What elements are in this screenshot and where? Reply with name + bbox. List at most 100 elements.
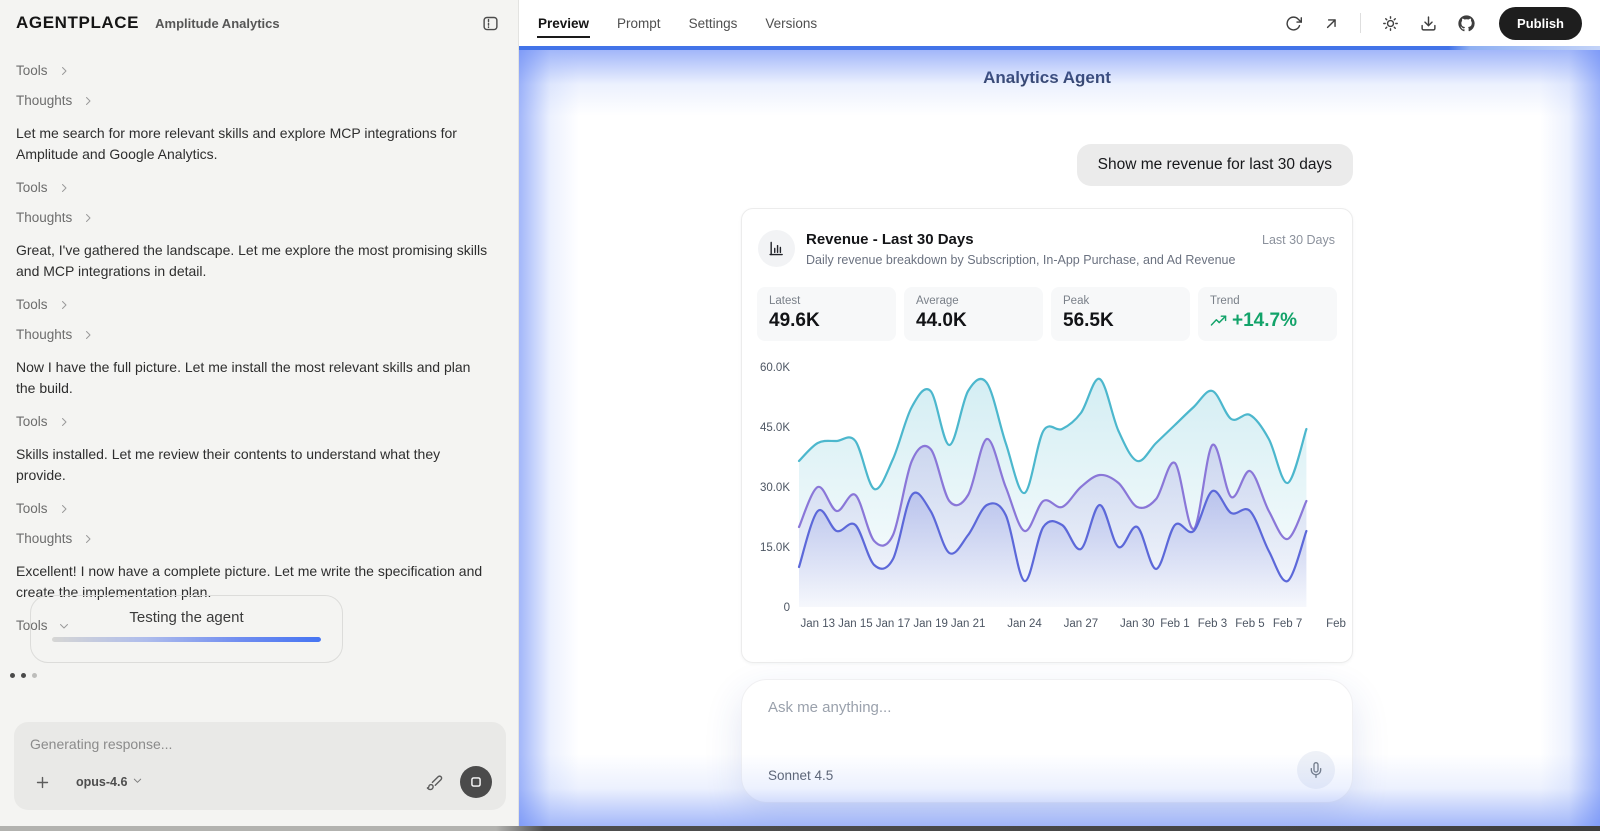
preview-pane: Preview Prompt Settings Versions Publish An… (519, 0, 1600, 826)
testing-progress-bar (52, 637, 321, 642)
group-label: Tools (16, 180, 48, 195)
thought-text: Great, I've gathered the landscape. Let … (16, 240, 490, 282)
chat-input-placeholder: Ask me anything... (768, 699, 891, 716)
tab-preview[interactable]: Preview (537, 2, 590, 44)
agent-build-sidebar: AGENTPLACE Amplitude Analytics ToolsThou… (0, 0, 519, 826)
group-label: Tools (16, 63, 48, 78)
agent-preview-canvas: Analytics Agent Show me revenue for last… (519, 46, 1600, 826)
model-name: opus-4.6 (76, 775, 127, 789)
y-axis-tick: 60.0K (760, 362, 790, 374)
trending-up-icon (1210, 313, 1227, 330)
mic-button[interactable] (1297, 751, 1335, 789)
agent-title: Analytics Agent (741, 68, 1353, 88)
stats-row: Latest49.6K Average 44.0K Peak56.5K Trend +14… (757, 287, 1337, 341)
stop-generation-button[interactable] (460, 766, 492, 798)
group-label: Tools (16, 414, 48, 429)
chevron-right-icon (58, 416, 70, 428)
x-axis-tick: Feb 5 (1235, 618, 1264, 630)
stat-peak: Peak56.5K (1051, 287, 1190, 341)
y-axis-tick: 45.0K (760, 422, 790, 434)
loading-dot (32, 673, 37, 678)
chat-model-label: Sonnet 4.5 (768, 768, 833, 783)
x-axis-tick: Jan 19 (913, 618, 948, 630)
stat-value: 44.0K (916, 310, 1031, 332)
chevron-down-icon (132, 775, 143, 789)
x-axis-tick: Jan 15 (838, 618, 873, 630)
github-icon[interactable] (1451, 8, 1481, 38)
chevron-right-icon (58, 503, 70, 515)
loading-dot (10, 673, 15, 678)
sidebar-item-tools[interactable]: Tools (16, 414, 490, 429)
panel-toggle-icon[interactable] (478, 11, 502, 35)
chevron-right-icon (58, 299, 70, 311)
chevron-right-icon (82, 95, 94, 107)
group-label: Thoughts (16, 210, 72, 225)
refresh-icon[interactable] (1278, 8, 1308, 38)
nav-actions: Publish (1278, 7, 1582, 40)
group-label: Thoughts (16, 93, 72, 108)
testing-progress-fill (52, 637, 321, 642)
stat-label: Average (916, 295, 1031, 307)
glow-border-left (519, 46, 579, 826)
top-nav: Preview Prompt Settings Versions Publish (519, 0, 1600, 46)
publish-button[interactable]: Publish (1499, 7, 1582, 40)
progress-strip (519, 46, 1600, 50)
chevron-right-icon (82, 212, 94, 224)
group-label: Thoughts (16, 327, 72, 342)
period-badge: Last 30 Days (1262, 233, 1335, 247)
generating-status-text: Generating response... (30, 736, 490, 752)
sidebar-item-thoughts[interactable]: Thoughts (16, 93, 490, 108)
group-label: Tools (16, 297, 48, 312)
revenue-card-subtitle: Daily revenue breakdown by Subscription,… (806, 253, 1235, 267)
x-axis-tick: Jan 17 (876, 618, 911, 630)
download-icon[interactable] (1413, 8, 1443, 38)
sidebar-item-thoughts[interactable]: Thoughts (16, 327, 490, 342)
open-external-icon[interactable] (1316, 8, 1346, 38)
nav-tabs: Preview Prompt Settings Versions (537, 2, 818, 44)
sidebar-composer[interactable]: Generating response... opus-4.6 (14, 722, 506, 810)
thought-text: Let me search for more relevant skills a… (16, 123, 490, 165)
toolbar-divider (1360, 13, 1361, 33)
group-label: Tools (16, 501, 48, 516)
stat-value: 56.5K (1063, 310, 1178, 332)
x-axis-tick: Feb 1 (1160, 618, 1189, 630)
tab-settings[interactable]: Settings (688, 2, 739, 44)
app-window: AGENTPLACE Amplitude Analytics ToolsThou… (0, 0, 1600, 826)
stat-average: Average 44.0K (904, 287, 1043, 341)
x-axis-tick: Jan 21 (951, 618, 986, 630)
glow-border-right (1540, 46, 1600, 826)
sidebar-item-tools[interactable]: Tools (16, 63, 490, 78)
x-axis-tick: Jan 27 (1064, 618, 1099, 630)
chevron-right-icon (58, 182, 70, 194)
sidebar-item-thoughts[interactable]: Thoughts (16, 210, 490, 225)
y-axis-tick: 30.0K (760, 482, 790, 494)
sidebar-item-tools[interactable]: Tools (16, 297, 490, 312)
x-axis-tick: Feb 7 (1273, 618, 1302, 630)
bottom-edge-strip (0, 826, 1600, 831)
stat-trend: Trend +14.7% (1198, 287, 1337, 341)
x-axis-tick: Jan 30 (1120, 618, 1155, 630)
x-axis-tick: Jan 13 (801, 618, 836, 630)
x-axis-tick: Feb 3 (1198, 618, 1227, 630)
x-axis-tick: Feb 10 (1326, 618, 1348, 630)
stat-label: Trend (1210, 295, 1325, 307)
stat-value-text: 49.6K (769, 310, 820, 331)
chat-composer[interactable]: Ask me anything... Sonnet 4.5 (741, 679, 1353, 803)
project-name: Amplitude Analytics (155, 16, 279, 31)
model-selector[interactable]: opus-4.6 (76, 775, 143, 789)
tab-versions[interactable]: Versions (764, 2, 818, 44)
sidebar-item-tools[interactable]: Tools (16, 180, 490, 195)
agent-activity-log: Tools Thoughts Let me search for more rele… (0, 46, 518, 633)
stat-value: 49.6K (769, 310, 884, 332)
sidebar-item-tools[interactable]: Tools (16, 501, 490, 516)
style-brush-button[interactable] (422, 770, 446, 794)
sidebar-item-thoughts[interactable]: Thoughts (16, 531, 490, 546)
user-message-row: Show me revenue for last 30 days (741, 144, 1353, 186)
tab-prompt[interactable]: Prompt (616, 2, 662, 44)
stat-value: +14.7% (1210, 310, 1325, 332)
stat-value-text: +14.7% (1232, 310, 1297, 332)
chevron-right-icon (82, 329, 94, 341)
theme-sun-icon[interactable] (1375, 8, 1405, 38)
add-attachment-button[interactable] (30, 770, 54, 794)
stat-latest: Latest49.6K (757, 287, 896, 341)
